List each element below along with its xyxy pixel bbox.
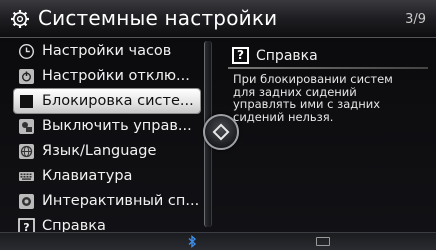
bluetooth-icon [188, 235, 197, 248]
menu-item-label: Выключить управ... [42, 118, 192, 134]
header-bar: Системные настройки 3/9 [0, 0, 436, 38]
menu-item-label: Язык/Language [42, 143, 157, 159]
status-bar [0, 232, 436, 250]
help-panel-header: ? Справка [232, 47, 318, 64]
language-icon [17, 142, 35, 160]
power-settings-icon [17, 67, 35, 85]
help-line: При блокировании систем [233, 72, 393, 86]
interactive-guide-icon [17, 192, 35, 210]
page-indicator: 3/9 [405, 12, 426, 27]
menu-item-label: Клавиатура [42, 168, 133, 184]
lock-square-icon [17, 92, 35, 110]
help-line: управлять ими с задних [233, 97, 381, 111]
keyboard-icon [17, 167, 35, 185]
menu-item-interactive-guide[interactable]: Интерактивный сп... [14, 189, 200, 213]
clock-icon [17, 42, 35, 60]
menu-item-system-lock[interactable]: Блокировка систе... [14, 89, 200, 113]
menu-item-clock-settings[interactable]: Настройки часов [14, 39, 200, 63]
help-icon: ? [232, 47, 249, 64]
help-divider [228, 67, 428, 69]
menu-item-label: Интерактивный сп... [42, 193, 200, 209]
help-panel-title: Справка [256, 47, 318, 64]
menu-item-label: Настройки отклю... [42, 68, 190, 84]
menu-item-label: Блокировка систе... [42, 93, 194, 109]
dial-diamond-icon [212, 123, 230, 141]
menu-item-power-off-settings[interactable]: Настройки отклю... [14, 64, 200, 88]
menu-item-language[interactable]: Язык/Language [14, 139, 200, 163]
menu-item-label: Настройки часов [42, 43, 172, 59]
system-settings-screen: Системные настройки 3/9 Настройки часов … [0, 0, 436, 250]
rear-control-off-icon [17, 117, 35, 135]
gear-icon [11, 10, 29, 28]
page-title: Системные настройки [38, 6, 278, 30]
status-indicator-icon [316, 237, 330, 246]
menu-item-rear-control-off[interactable]: Выключить управ... [14, 114, 200, 138]
help-description: При блокировании систем для задних сиден… [233, 73, 428, 123]
menu-item-keyboard[interactable]: Клавиатура [14, 164, 200, 188]
help-line: сидений нельзя. [233, 109, 334, 124]
